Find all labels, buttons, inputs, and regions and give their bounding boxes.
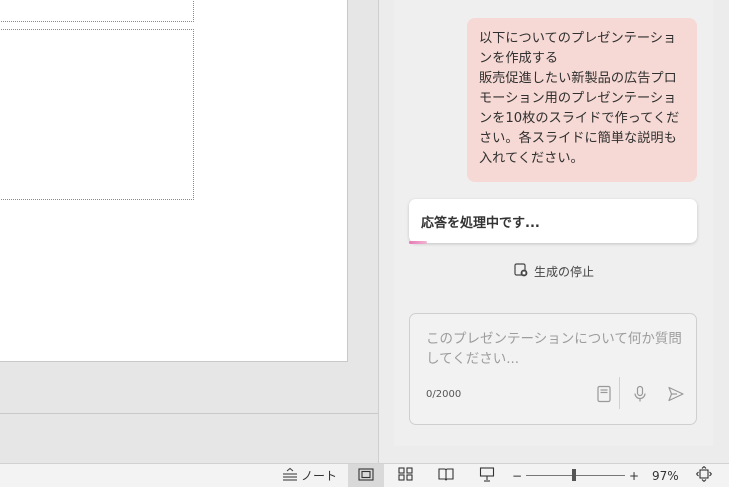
microphone-icon[interactable] xyxy=(630,384,650,404)
zoom-in-button[interactable]: + xyxy=(629,464,639,487)
presenter-icon xyxy=(479,466,495,485)
normal-view-icon xyxy=(358,467,374,484)
fit-to-window-button[interactable] xyxy=(696,464,712,487)
notes-divider[interactable] xyxy=(0,413,378,414)
stop-generating-label: 生成の停止 xyxy=(534,264,595,279)
processing-status-text: 応答を処理中です... xyxy=(421,216,540,231)
slideshow-button[interactable] xyxy=(479,464,495,487)
zoom-slider-thumb[interactable] xyxy=(572,469,576,481)
character-count: 0/2000 xyxy=(426,389,462,400)
zoom-out-button[interactable]: − xyxy=(512,464,522,487)
fit-to-window-icon xyxy=(696,466,712,485)
prompt-guide-icon[interactable] xyxy=(594,384,614,404)
notes-button[interactable]: ノート xyxy=(282,464,337,487)
notes-icon xyxy=(282,467,298,484)
chat-input[interactable] xyxy=(426,329,684,373)
slide-sorter-button[interactable] xyxy=(398,464,413,487)
normal-view-button[interactable] xyxy=(348,464,384,487)
response-status-card: 応答を処理中です... xyxy=(409,199,697,243)
status-bar: ノート − + 97% xyxy=(0,463,729,487)
title-placeholder[interactable] xyxy=(0,0,194,22)
reading-view-button[interactable] xyxy=(438,464,454,487)
grid-view-icon xyxy=(398,467,413,484)
zoom-in-label: + xyxy=(629,468,640,483)
user-message-bubble: 以下についてのプレゼンテーションを作成する 販売促進したい新製品の広告プロモーシ… xyxy=(467,18,697,182)
send-icon[interactable] xyxy=(666,384,686,404)
zoom-percent[interactable]: 97% xyxy=(652,464,679,487)
reading-view-icon xyxy=(438,467,454,484)
content-placeholder[interactable] xyxy=(0,29,194,200)
zoom-out-label: − xyxy=(512,468,523,483)
chat-composer: 0/2000 xyxy=(409,313,697,425)
notes-label: ノート xyxy=(301,469,338,483)
stop-icon xyxy=(514,262,528,281)
user-message-text: 以下についてのプレゼンテーションを作成する 販売促進したい新製品の広告プロモーシ… xyxy=(479,31,680,166)
stop-generating-button[interactable]: 生成の停止 xyxy=(514,262,594,280)
slide[interactable] xyxy=(0,0,348,362)
zoom-percent-label: 97% xyxy=(652,468,679,483)
progress-indicator xyxy=(409,241,427,244)
composer-separator xyxy=(619,377,620,409)
